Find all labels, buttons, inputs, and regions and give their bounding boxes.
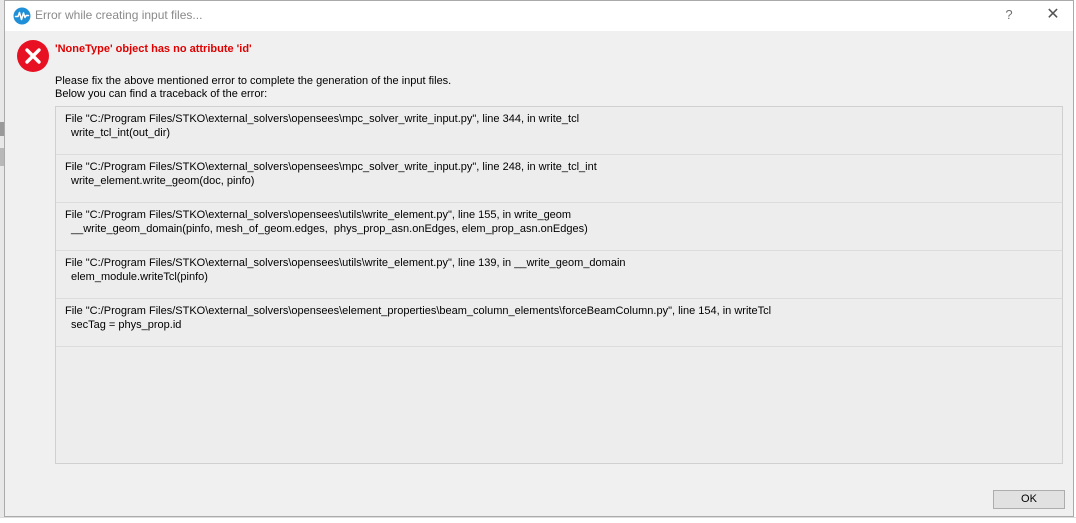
error-message-line-2: Below you can find a traceback of the er… [55,88,268,100]
traceback-file-line: File "C:/Program Files/STKO\external_sol… [65,257,626,269]
traceback-code-line: write_tcl_int(out_dir) [71,127,171,139]
error-title: 'NoneType' object has no attribute 'id' [55,43,252,55]
close-button[interactable]: ✕ [1033,1,1073,31]
traceback-entry: File "C:/Program Files/STKO\external_sol… [56,107,1062,155]
ok-button[interactable]: OK [993,490,1065,509]
background-app-bottom [0,517,1076,523]
traceback-code-line: write_element.write_geom(doc, pinfo) [71,175,255,187]
traceback-entry: File "C:/Program Files/STKO\external_sol… [56,155,1062,203]
title-bar[interactable]: Error while creating input files... ? ✕ [5,1,1073,31]
traceback-list[interactable]: File "C:/Program Files/STKO\external_sol… [55,106,1063,464]
traceback-code-line: elem_module.writeTcl(pinfo) [71,271,208,283]
traceback-entry: File "C:/Program Files/STKO\external_sol… [56,299,1062,347]
traceback-entry: File "C:/Program Files/STKO\external_sol… [56,203,1062,251]
error-dialog: Error while creating input files... ? ✕ … [4,0,1074,517]
error-message-line-1: Please fix the above mentioned error to … [55,75,452,87]
traceback-file-line: File "C:/Program Files/STKO\external_sol… [65,113,580,125]
traceback-file-line: File "C:/Program Files/STKO\external_sol… [65,305,772,317]
window-title: Error while creating input files... [35,8,203,22]
traceback-code-line: __write_geom_domain(pinfo, mesh_of_geom.… [71,223,588,235]
traceback-file-line: File "C:/Program Files/STKO\external_sol… [65,161,597,173]
help-button[interactable]: ? [995,1,1023,31]
waveform-icon [13,7,31,25]
traceback-code-line: secTag = phys_prop.id [71,319,182,331]
traceback-file-line: File "C:/Program Files/STKO\external_sol… [65,209,572,221]
error-circle-x-icon [17,40,49,72]
traceback-entry: File "C:/Program Files/STKO\external_sol… [56,251,1062,299]
